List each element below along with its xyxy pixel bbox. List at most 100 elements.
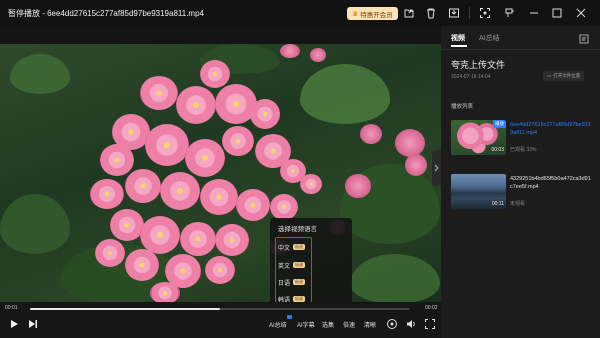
speed-tag: 极速 — [293, 262, 306, 268]
language-popup-title: 选择视频语言 — [278, 226, 317, 233]
total-time: 00:02 — [425, 305, 438, 311]
rose-flower — [160, 172, 200, 210]
speed-tag: 极速 — [293, 279, 306, 285]
screenshot-icon[interactable] — [478, 6, 492, 20]
rose-flower — [205, 256, 235, 284]
rose-bud — [345, 174, 371, 198]
minimize-icon[interactable] — [527, 6, 541, 20]
rose-flower — [176, 86, 216, 124]
divider — [441, 49, 600, 50]
rose-flower — [150, 282, 180, 302]
vip-label: 特惠开会员 — [360, 11, 393, 19]
current-time: 00:01 — [5, 305, 18, 311]
toolbar-divider — [469, 7, 470, 19]
settings-icon[interactable] — [386, 317, 398, 329]
rose-flower — [222, 126, 254, 156]
side-tabs: 视频 AI总结 — [451, 33, 500, 43]
playlist-item[interactable]: 播放 00:03 6ee4dd27615c277af85d97be9319a81… — [451, 120, 591, 158]
watch-status: 已观看 33% — [510, 147, 537, 153]
rose-flower — [236, 189, 270, 221]
progress-fill — [30, 308, 220, 310]
source-date: 2024-07-18 14:04 — [451, 74, 491, 80]
rose-flower — [125, 249, 159, 281]
pin-icon[interactable] — [503, 6, 517, 20]
video-frame[interactable] — [0, 44, 441, 302]
folder-icon: ▭ — [547, 73, 552, 78]
playback-controls: 00:01 00:02 AI总结 AI字幕 选集 倍速 清晰 — [0, 302, 441, 338]
speed-tag: 极速 — [293, 244, 306, 250]
save-icon[interactable] — [447, 6, 461, 20]
crown-icon: ♛ — [352, 10, 359, 18]
chevron-right-icon — [434, 164, 439, 172]
open-file-icon[interactable] — [402, 6, 416, 20]
rose-flower — [145, 124, 189, 166]
ai-subtitle-button[interactable]: AI字幕 — [297, 320, 315, 329]
language-label: 英文 — [278, 263, 291, 270]
maximize-icon[interactable] — [550, 6, 564, 20]
rose-flower — [300, 174, 322, 194]
rose-flower — [125, 169, 161, 203]
tab-ai-summary[interactable]: AI总结 — [479, 33, 500, 43]
tab-video[interactable]: 视频 — [451, 33, 465, 43]
rose-flower — [95, 239, 125, 267]
episodes-button[interactable]: 选集 — [322, 320, 334, 329]
volume-icon[interactable] — [405, 317, 417, 329]
rose-flower — [180, 222, 216, 256]
rose-bud — [395, 129, 425, 157]
rose-flower — [110, 209, 144, 241]
language-label: 中文 — [278, 245, 291, 252]
open-location-button[interactable]: ▭ 打开文件位置 — [543, 71, 585, 81]
rose-flower — [200, 60, 230, 88]
video-duration: 00:03 — [491, 147, 504, 153]
rose-flower — [270, 194, 298, 220]
collapse-panel-button[interactable] — [432, 150, 441, 186]
window-title: 暂停播放 - 6ee4dd27615c277af85d97be9319a811.… — [8, 8, 204, 18]
active-tab-indicator — [451, 45, 467, 47]
language-option-chinese[interactable]: 中文 极速 — [278, 242, 306, 252]
playlist-title: 播放列表 — [451, 104, 474, 110]
notes-icon[interactable] — [579, 34, 589, 44]
watch-status: 未观看 — [510, 201, 526, 207]
fullscreen-icon[interactable] — [424, 317, 436, 329]
rose-flower — [185, 139, 225, 177]
delete-icon[interactable] — [424, 6, 438, 20]
rose-bud — [360, 124, 382, 144]
foliage — [10, 54, 70, 94]
rose-flower — [215, 224, 249, 256]
language-popup: 选择视频语言 中文 极速 英文 极速 日语 极速 韩语 极速 — [270, 218, 352, 306]
language-label: 日语 — [278, 280, 291, 287]
next-icon[interactable] — [27, 317, 39, 329]
video-thumbnail: 播放 00:03 — [451, 120, 506, 155]
video-name: 4329251b4bd65f5b0a472ca3d91c7ee5f.mp4 — [510, 176, 591, 190]
language-option-japanese[interactable]: 日语 极速 — [278, 277, 306, 287]
rose-flower — [100, 144, 134, 176]
rose-bud — [280, 44, 300, 58]
foliage — [0, 194, 70, 254]
playlist-item[interactable]: 00:11 4329251b4bd65f5b0a472ca3d91c7ee5f.… — [451, 174, 591, 212]
video-thumbnail: 00:11 — [451, 174, 506, 209]
rose-flower — [200, 179, 238, 215]
foliage — [350, 254, 440, 302]
now-playing-badge: 播放 — [493, 120, 506, 128]
video-duration: 00:11 — [491, 201, 504, 207]
speed-button[interactable]: 倍速 — [343, 320, 355, 329]
rose-bud — [405, 154, 427, 176]
progress-bar[interactable] — [30, 308, 410, 310]
rose-flower — [140, 216, 180, 254]
side-panel: 视频 AI总结 夸克上传文件 2024-07-18 14:04 ▭ 打开文件位置… — [441, 26, 600, 338]
rose-flower — [90, 179, 124, 209]
open-location-label: 打开文件位置 — [553, 73, 581, 78]
language-option-english[interactable]: 英文 极速 — [278, 260, 306, 270]
source-title: 夸克上传文件 — [451, 60, 506, 70]
rose-flower — [140, 76, 178, 110]
rose-flower — [250, 99, 280, 129]
foliage — [300, 64, 390, 124]
vip-button[interactable]: ♛ 特惠开会员 — [347, 7, 398, 20]
quality-button[interactable]: 清晰 — [364, 320, 376, 329]
close-icon[interactable] — [574, 6, 588, 20]
video-name: 6ee4dd27615c277af85d97be9319a811.mp4 — [510, 122, 591, 136]
rose-bud — [310, 48, 326, 62]
ai-summary-button[interactable]: AI总结 — [269, 320, 287, 329]
play-icon[interactable] — [8, 317, 20, 329]
ai-badge-icon — [287, 315, 292, 319]
